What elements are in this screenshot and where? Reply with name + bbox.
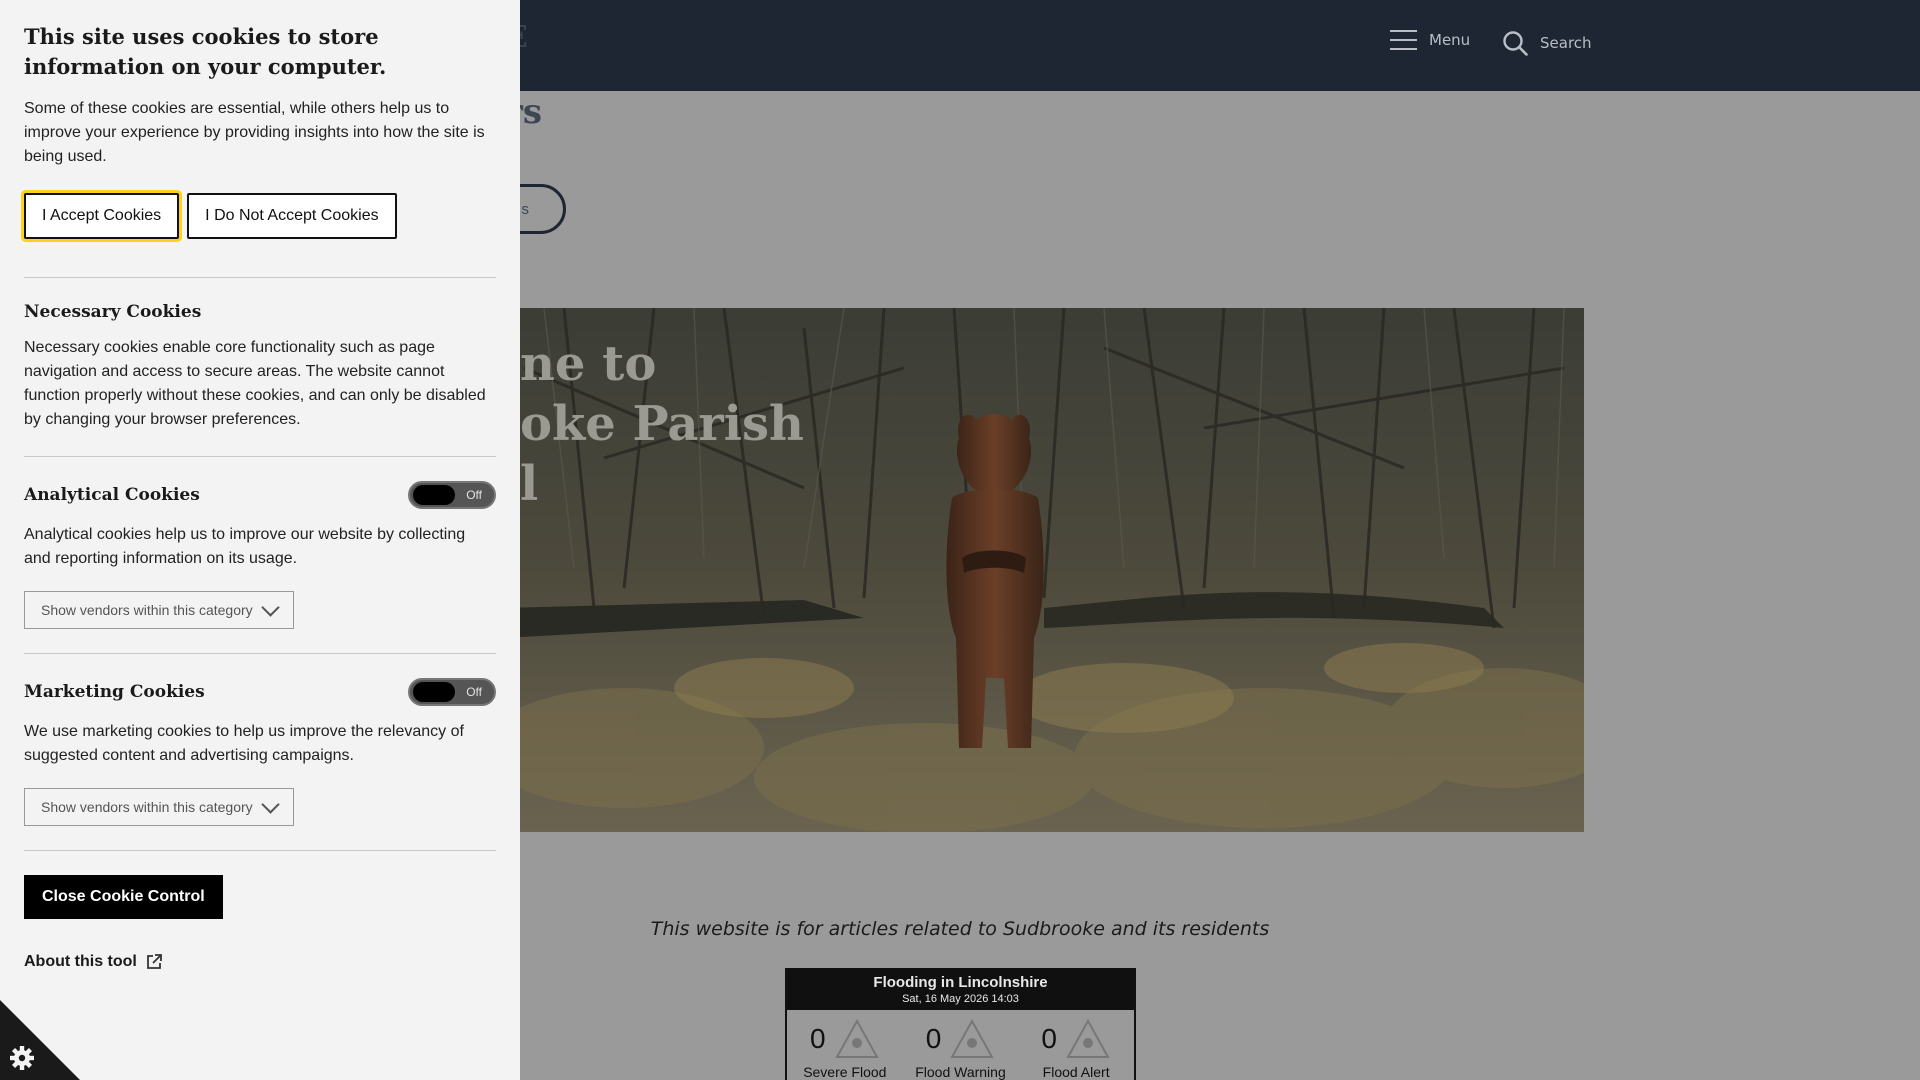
cookie-gear-icon[interactable] [0,1000,80,1080]
about-label: About this tool [24,953,137,970]
flood-count: 0 [925,1023,942,1054]
search-label: Search [1540,34,1592,52]
hero-banner: ne to oke Parish l [504,308,1584,832]
analytical-cookies-title: Analytical Cookies [24,485,200,505]
flood-widget[interactable]: Flooding in Lincolnshire Sat, 16 May 202… [785,968,1136,1080]
analytical-cookies-section: Analytical Cookies Off Analytical cookie… [24,457,496,653]
warning-triangle-icon [834,1018,879,1058]
flood-item-alert[interactable]: 0 Flood Alert [1021,1016,1131,1080]
flood-label: Severe Flood Warning [803,1064,887,1080]
toggle-state: Off [466,685,482,699]
flood-widget-header: Flooding in Lincolnshire Sat, 16 May 202… [787,970,1134,1010]
vendors-label: Show vendors within this category [41,602,253,618]
warning-triangle-icon [950,1018,994,1058]
flood-label: Flood Warning [915,1064,1006,1080]
flood-count: 0 [810,1023,826,1054]
close-cookie-control-button[interactable]: Close Cookie Control [24,875,223,919]
flood-count: 0 [1041,1023,1057,1054]
reject-cookies-button[interactable]: I Do Not Accept Cookies [187,193,397,239]
cookie-control-panel: This site uses cookies to store informat… [0,0,520,1080]
warning-triangle-icon [1066,1018,1110,1058]
menu-button[interactable]: Menu [1390,30,1470,50]
marketing-cookies-section: Marketing Cookies Off We use marketing c… [24,654,496,850]
cookie-title: This site uses cookies to store informat… [24,24,387,79]
external-link-icon [146,954,162,969]
marketing-cookies-title: Marketing Cookies [24,682,205,702]
marketing-cookies-toggle[interactable]: Off [408,678,496,706]
marketing-cookies-text: We use marketing cookies to help us impr… [24,723,464,764]
analytical-vendors-dropdown[interactable]: Show vendors within this category [24,591,294,629]
hamburger-icon [1390,30,1417,50]
accept-cookies-button[interactable]: I Accept Cookies [24,193,180,239]
toggle-knob [413,682,455,702]
analytical-cookies-toggle[interactable]: Off [408,481,496,509]
pill-label: s [521,200,530,218]
toggle-state: Off [466,488,482,502]
flood-item-severe[interactable]: 0 Severe Flood Warning [790,1016,900,1080]
search-icon [1503,31,1528,56]
about-this-tool-link[interactable]: About this tool [24,953,496,971]
chevron-down-icon [261,794,280,814]
search-button[interactable]: Search [1502,30,1592,56]
divider [24,850,496,851]
analytical-cookies-text: Analytical cookies help us to improve ou… [24,526,466,567]
flood-label: Flood Alert [1042,1064,1110,1080]
cookie-intro: Some of these cookies are essential, whi… [24,100,485,165]
vendors-label: Show vendors within this category [41,799,253,815]
flood-widget-date: Sat, 16 May 2026 14:03 [902,993,1019,1005]
flood-widget-title: Flooding in Lincolnshire [873,974,1048,991]
hero-title: ne to oke Parish l [520,336,804,512]
cookie-actions: I Accept Cookies I Do Not Accept Cookies [24,193,496,239]
toggle-knob [413,485,455,505]
marketing-vendors-dropdown[interactable]: Show vendors within this category [24,788,294,826]
flood-item-warning[interactable]: 0 Flood Warning [905,1016,1015,1080]
necessary-cookies-text: Necessary cookies enable core functional… [24,339,486,428]
necessary-cookies-section: Necessary Cookies Necessary cookies enab… [24,278,496,456]
chevron-down-icon [261,597,280,617]
menu-label: Menu [1429,31,1471,49]
necessary-cookies-title: Necessary Cookies [24,302,202,322]
